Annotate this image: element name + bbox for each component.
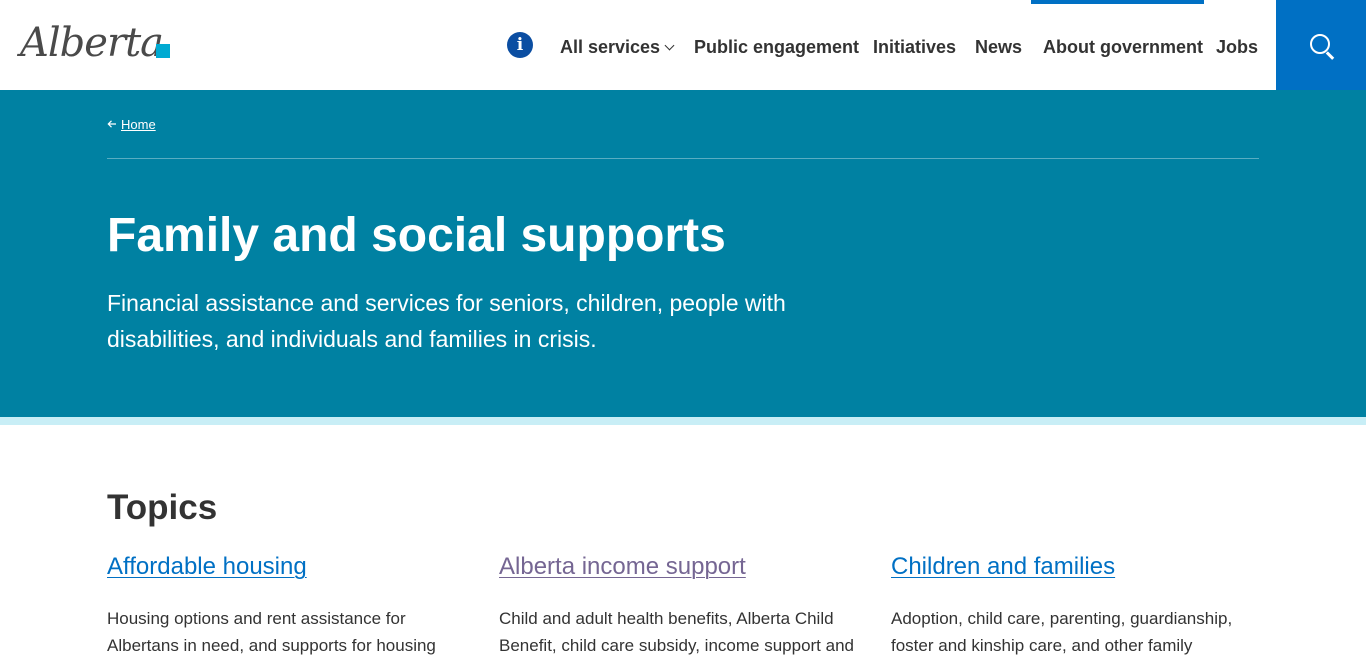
nav-item-public-engagement[interactable]: Public engagement [694,35,859,59]
topic-link-alberta-income-support[interactable]: Alberta income support [499,551,861,583]
search-icon-handle [1326,51,1335,60]
page-title: Family and social supports [107,209,726,262]
nav-item-initiatives[interactable]: Initiatives [873,35,956,59]
site-header: Alberta i All services Public engagement… [0,0,1366,90]
topic-card: Alberta income support Child and adult h… [499,551,861,656]
topic-description: Child and adult health benefits, Alberta… [499,609,854,655]
nav-item-news[interactable]: News [975,35,1022,59]
chevron-down-icon [664,40,675,51]
topic-description: Adoption, child care, parenting, guardia… [891,609,1233,655]
logo-wordmark: Alberta [20,20,164,66]
hero-stripe [0,417,1366,425]
nav-item-all-services[interactable]: All services [560,35,675,59]
nav-item-jobs[interactable]: Jobs [1216,35,1258,59]
nav-active-indicator [1031,0,1204,4]
topic-link-children-and-families[interactable]: Children and families [891,551,1253,583]
alberta-logo[interactable]: Alberta [20,20,172,68]
breadcrumb-home-link[interactable]: Home [121,117,156,132]
page-description: Financial assistance and services for se… [107,290,786,352]
topic-description: Housing options and rent assistance for … [107,609,436,655]
search-button[interactable] [1276,0,1366,90]
nav-item-label: All services [560,37,661,57]
topic-card: Affordable housing Housing options and r… [107,551,469,656]
logo-square-icon [156,44,170,58]
nav-item-about-government[interactable]: About government [1043,35,1203,59]
topic-link-affordable-housing[interactable]: Affordable housing [107,551,469,583]
arrow-left-icon [107,120,116,128]
breadcrumb: Home [107,116,156,136]
info-icon[interactable]: i [507,32,533,58]
topics-heading: Topics [107,488,218,527]
divider [107,158,1259,159]
topic-card: Children and families Adoption, child ca… [891,551,1253,656]
